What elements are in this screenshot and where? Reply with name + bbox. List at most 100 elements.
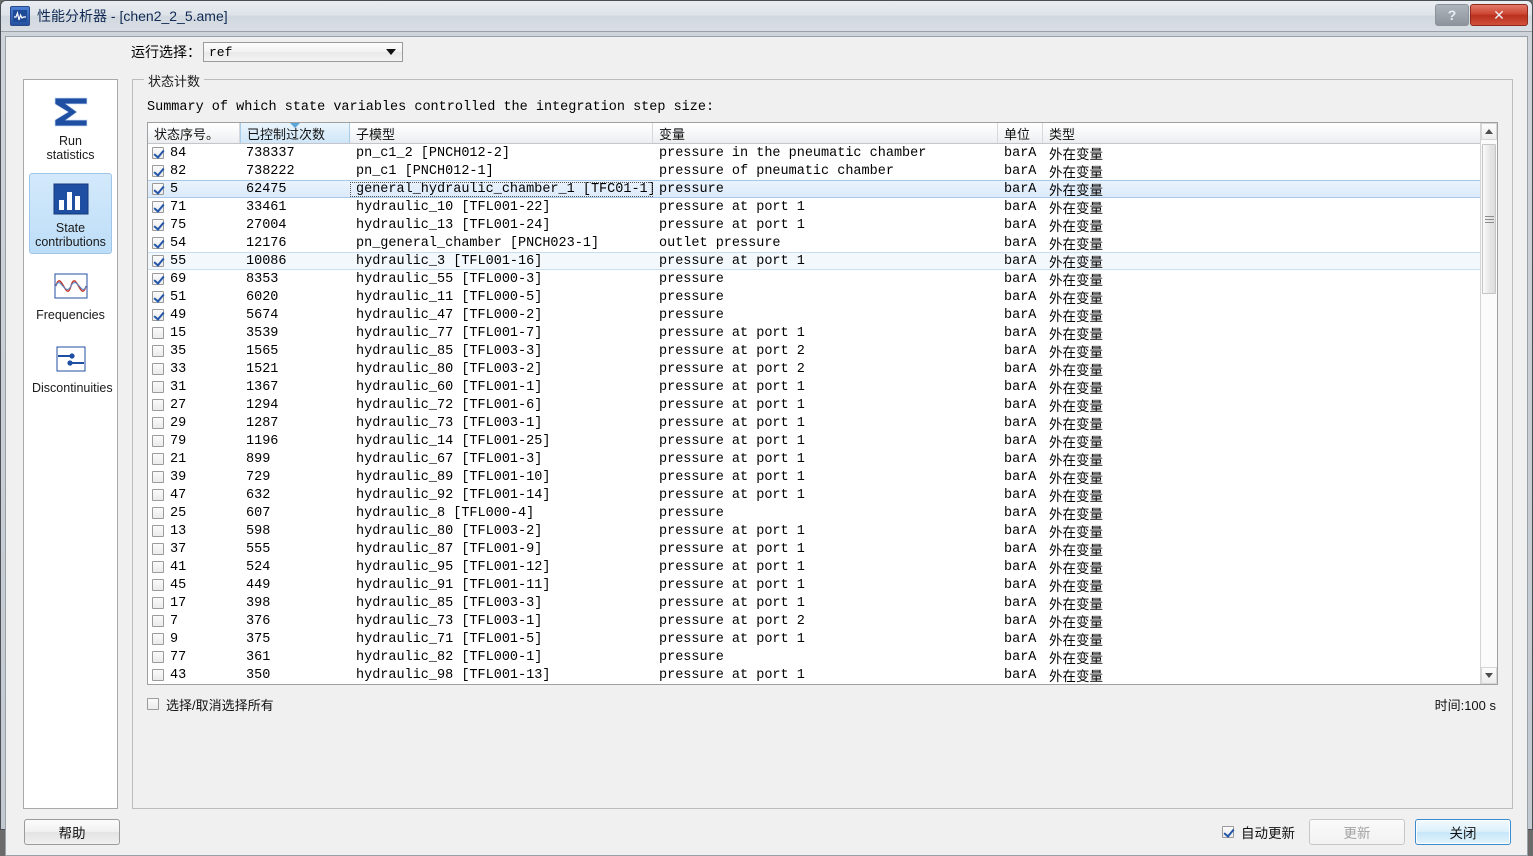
- row-checkbox[interactable]: [152, 435, 164, 447]
- sidebar-item-frequencies[interactable]: Frequencies: [29, 260, 112, 327]
- cell-id: 5: [148, 182, 240, 197]
- select-all-checkbox[interactable]: 选择/取消选择所有: [147, 695, 274, 714]
- table-row[interactable]: 41 524 hydraulic_95 [TFL001-12] pressure at…: [148, 558, 1497, 578]
- column-header-3[interactable]: 变量: [653, 123, 998, 143]
- row-checkbox[interactable]: [152, 669, 164, 681]
- state-number: 77: [170, 649, 187, 665]
- help-button[interactable]: ?: [1435, 4, 1469, 26]
- table-row[interactable]: 71 33461 hydraulic_10 [TFL001-22] pressure …: [148, 198, 1497, 218]
- close-window-button[interactable]: ✕: [1470, 4, 1528, 26]
- column-header-1[interactable]: 已控制过次数: [240, 123, 350, 143]
- run-selection-value: ref: [209, 44, 233, 60]
- table-body[interactable]: 84 738337 pn_c1_2 [PNCH012-2] pressure in t…: [148, 144, 1497, 684]
- table-row[interactable]: 43 350 hydraulic_98 [TFL001-13] pressure at…: [148, 666, 1497, 684]
- table-row[interactable]: 79 1196 hydraulic_14 [TFL001-25] pressure a…: [148, 432, 1497, 452]
- update-button[interactable]: 更新: [1309, 819, 1405, 845]
- cell-count: 1367: [246, 379, 279, 395]
- row-checkbox[interactable]: [152, 327, 164, 339]
- row-checkbox[interactable]: [152, 273, 164, 285]
- table-row[interactable]: 51 6020 hydraulic_11 [TFL000-5] pressure bar…: [148, 288, 1497, 308]
- row-checkbox[interactable]: [152, 633, 164, 645]
- table-row[interactable]: 17 398 hydraulic_85 [TFL003-3] pressure at …: [148, 594, 1497, 614]
- cell-submodel: hydraulic_11 [TFL000-5]: [356, 289, 543, 305]
- row-checkbox[interactable]: [152, 291, 164, 303]
- row-checkbox[interactable]: [152, 183, 164, 195]
- table-row[interactable]: 49 5674 hydraulic_47 [TFL000-2] pressure bar…: [148, 306, 1497, 326]
- close-button[interactable]: 关闭: [1415, 819, 1511, 845]
- sidebar-item-state-contributions[interactable]: State contributions: [29, 173, 112, 254]
- row-checkbox[interactable]: [152, 471, 164, 483]
- scrollbar-track[interactable]: [1481, 140, 1497, 667]
- row-checkbox[interactable]: [152, 363, 164, 375]
- column-header-0[interactable]: 状态序号。: [148, 123, 240, 143]
- row-checkbox[interactable]: [152, 453, 164, 465]
- table-row[interactable]: 33 1521 hydraulic_80 [TFL003-2] pressure at…: [148, 360, 1497, 380]
- row-checkbox[interactable]: [152, 651, 164, 663]
- row-checkbox[interactable]: [152, 579, 164, 591]
- table-row[interactable]: 45 449 hydraulic_91 [TFL001-11] pressure at…: [148, 576, 1497, 596]
- row-checkbox[interactable]: [152, 597, 164, 609]
- table-row[interactable]: 9 375 hydraulic_71 [TFL001-5] pressure at p…: [148, 630, 1497, 650]
- cell-unit: barA: [1004, 451, 1037, 467]
- table-row[interactable]: 47 632 hydraulic_92 [TFL001-14] pressure at…: [148, 486, 1497, 506]
- row-checkbox[interactable]: [152, 399, 164, 411]
- table-row[interactable]: 55 10086 hydraulic_3 [TFL001-16] pressure a…: [148, 252, 1497, 272]
- table-row[interactable]: 84 738337 pn_c1_2 [PNCH012-2] pressure in t…: [148, 144, 1497, 164]
- table-row[interactable]: 29 1287 hydraulic_73 [TFL003-1] pressure at…: [148, 414, 1497, 434]
- cell-id: 35: [148, 344, 240, 359]
- table-row[interactable]: 5 62475 general_hydraulic_chamber_1 [TFC01…: [148, 180, 1497, 200]
- row-checkbox[interactable]: [152, 345, 164, 357]
- cell-submodel: hydraulic_82 [TFL000-1]: [356, 649, 543, 665]
- row-checkbox[interactable]: [152, 165, 164, 177]
- row-checkbox[interactable]: [152, 381, 164, 393]
- scroll-up-button[interactable]: [1481, 123, 1497, 140]
- table-row[interactable]: 37 555 hydraulic_87 [TFL001-9] pressure at …: [148, 540, 1497, 560]
- table-row[interactable]: 75 27004 hydraulic_13 [TFL001-24] pressure …: [148, 216, 1497, 236]
- column-header-5[interactable]: 类型: [1043, 123, 1497, 143]
- scroll-down-button[interactable]: [1481, 667, 1497, 684]
- vertical-scrollbar[interactable]: [1480, 123, 1497, 684]
- table-row[interactable]: 27 1294 hydraulic_72 [TFL001-6] pressure at…: [148, 396, 1497, 416]
- table-row[interactable]: 25 607 hydraulic_8 [TFL000-4] pressure barA 外…: [148, 504, 1497, 524]
- cell-unit: barA: [1004, 541, 1037, 557]
- scrollbar-thumb[interactable]: [1482, 144, 1496, 294]
- table-row[interactable]: 31 1367 hydraulic_60 [TFL001-1] pressure at…: [148, 378, 1497, 398]
- cell-unit: barA: [1004, 577, 1037, 593]
- row-checkbox[interactable]: [152, 525, 164, 537]
- table-row[interactable]: 39 729 hydraulic_89 [TFL001-10] pressure at…: [148, 468, 1497, 488]
- cell-unit: barA: [1004, 397, 1037, 413]
- table-row[interactable]: 21 899 hydraulic_67 [TFL001-3] pressure at …: [148, 450, 1497, 470]
- table-row[interactable]: 15 3539 hydraulic_77 [TFL001-7] pressure at…: [148, 324, 1497, 344]
- row-checkbox[interactable]: [152, 489, 164, 501]
- table-row[interactable]: 13 598 hydraulic_80 [TFL003-2] pressure at …: [148, 522, 1497, 542]
- table-row[interactable]: 77 361 hydraulic_82 [TFL000-1] pressure barA…: [148, 648, 1497, 668]
- checkbox-box[interactable]: [147, 698, 159, 710]
- row-checkbox[interactable]: [152, 237, 164, 249]
- row-checkbox[interactable]: [152, 507, 164, 519]
- sidebar-item-discontinuities[interactable]: Discontinuities: [29, 333, 113, 400]
- row-checkbox[interactable]: [152, 255, 164, 267]
- table-row[interactable]: 69 8353 hydraulic_55 [TFL000-3] pressure bar…: [148, 270, 1497, 290]
- table-row[interactable]: 54 12176 pn_general_chamber [PNCH023-1] out…: [148, 234, 1497, 254]
- row-checkbox[interactable]: [152, 201, 164, 213]
- column-header-4[interactable]: 单位: [998, 123, 1043, 143]
- column-header-2[interactable]: 子模型: [350, 123, 653, 143]
- row-checkbox[interactable]: [152, 561, 164, 573]
- auto-update-checkbox[interactable]: 自动更新: [1222, 822, 1295, 842]
- sidebar-item-run-statistics[interactable]: Run statistics: [29, 86, 112, 167]
- row-checkbox[interactable]: [152, 615, 164, 627]
- table-row[interactable]: 82 738222 pn_c1 [PNCH012-1] pressure of pne…: [148, 162, 1497, 182]
- row-checkbox[interactable]: [152, 417, 164, 429]
- row-checkbox[interactable]: [152, 309, 164, 321]
- cell-count: 1196: [246, 433, 279, 449]
- triangle-down-icon: [1485, 673, 1493, 678]
- run-selection-dropdown[interactable]: ref: [203, 42, 403, 62]
- table-row[interactable]: 35 1565 hydraulic_85 [TFL003-3] pressure at…: [148, 342, 1497, 362]
- row-checkbox[interactable]: [152, 147, 164, 159]
- table-row[interactable]: 7 376 hydraulic_73 [TFL003-1] pressure at p…: [148, 612, 1497, 632]
- help-button-bottom[interactable]: 帮助: [24, 819, 120, 845]
- title-bar[interactable]: 性能分析器 - [chen2_2_5.ame] ? ✕: [1, 1, 1532, 32]
- row-checkbox[interactable]: [152, 543, 164, 555]
- row-checkbox[interactable]: [152, 219, 164, 231]
- checkbox-box[interactable]: [1222, 826, 1234, 838]
